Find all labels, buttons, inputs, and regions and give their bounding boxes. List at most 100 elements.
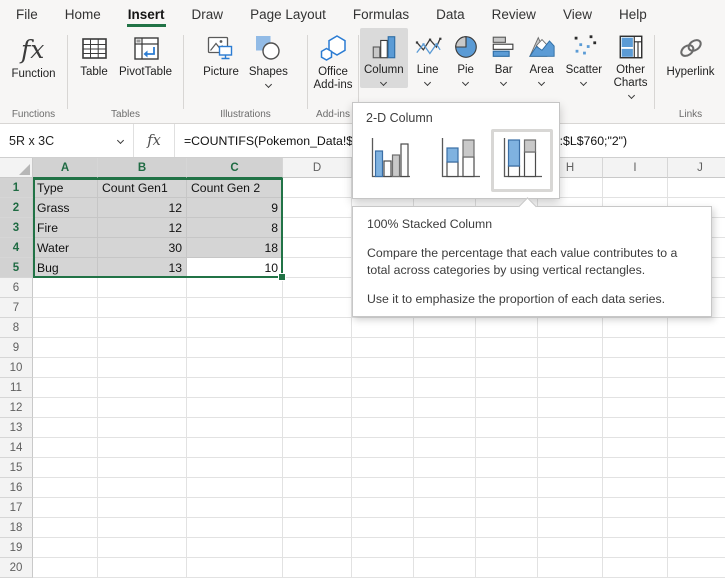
cell-G19[interactable] xyxy=(476,538,538,558)
cell-D6[interactable] xyxy=(283,278,352,298)
cell-G14[interactable] xyxy=(476,438,538,458)
menu-item-view[interactable]: View xyxy=(563,0,592,28)
insert-function-button[interactable]: fx xyxy=(134,124,175,157)
menu-item-data[interactable]: Data xyxy=(436,0,465,28)
cell-I20[interactable] xyxy=(603,558,668,578)
row-header-20[interactable]: 20 xyxy=(0,558,33,578)
cell-A16[interactable] xyxy=(33,478,98,498)
cell-B19[interactable] xyxy=(98,538,187,558)
cell-E17[interactable] xyxy=(352,498,414,518)
cell-B13[interactable] xyxy=(98,418,187,438)
cell-C9[interactable] xyxy=(187,338,283,358)
cell-F15[interactable] xyxy=(414,458,476,478)
picture-button[interactable]: Picture xyxy=(199,28,243,81)
cell-D14[interactable] xyxy=(283,438,352,458)
row-header-16[interactable]: 16 xyxy=(0,478,33,498)
cell-D9[interactable] xyxy=(283,338,352,358)
column-header-A[interactable]: A xyxy=(33,158,98,178)
cell-G12[interactable] xyxy=(476,398,538,418)
cell-A10[interactable] xyxy=(33,358,98,378)
cell-J17[interactable] xyxy=(668,498,725,518)
cell-B16[interactable] xyxy=(98,478,187,498)
cell-J10[interactable] xyxy=(668,358,725,378)
cell-I11[interactable] xyxy=(603,378,668,398)
cell-J1[interactable] xyxy=(668,178,725,198)
row-header-12[interactable]: 12 xyxy=(0,398,33,418)
clustered-column-option[interactable] xyxy=(367,135,413,186)
pivottable-button[interactable]: PivotTable xyxy=(115,28,176,81)
cell-H19[interactable] xyxy=(538,538,603,558)
row-header-17[interactable]: 17 xyxy=(0,498,33,518)
row-header-4[interactable]: 4 xyxy=(0,238,33,258)
cell-H20[interactable] xyxy=(538,558,603,578)
cell-D2[interactable] xyxy=(283,198,352,218)
column-header-D[interactable]: D xyxy=(283,158,352,178)
cell-F19[interactable] xyxy=(414,538,476,558)
cell-A11[interactable] xyxy=(33,378,98,398)
cell-A6[interactable] xyxy=(33,278,98,298)
cell-E16[interactable] xyxy=(352,478,414,498)
cell-G18[interactable] xyxy=(476,518,538,538)
menu-item-draw[interactable]: Draw xyxy=(192,0,224,28)
cell-E18[interactable] xyxy=(352,518,414,538)
cell-D20[interactable] xyxy=(283,558,352,578)
cell-D12[interactable] xyxy=(283,398,352,418)
cell-B10[interactable] xyxy=(98,358,187,378)
cell-I10[interactable] xyxy=(603,358,668,378)
table-button[interactable]: Table xyxy=(75,28,113,81)
cell-A1[interactable]: Type xyxy=(33,178,98,198)
cell-B20[interactable] xyxy=(98,558,187,578)
cell-I19[interactable] xyxy=(603,538,668,558)
cell-F12[interactable] xyxy=(414,398,476,418)
cell-I14[interactable] xyxy=(603,438,668,458)
row-header-1[interactable]: 1 xyxy=(0,178,33,198)
cell-H11[interactable] xyxy=(538,378,603,398)
cell-C3[interactable]: 8 xyxy=(187,218,283,238)
cell-B11[interactable] xyxy=(98,378,187,398)
cell-A15[interactable] xyxy=(33,458,98,478)
office-addins-button[interactable]: Office Add-ins xyxy=(307,28,359,94)
menu-item-home[interactable]: Home xyxy=(65,0,101,28)
row-header-3[interactable]: 3 xyxy=(0,218,33,238)
cell-C12[interactable] xyxy=(187,398,283,418)
cell-H9[interactable] xyxy=(538,338,603,358)
cell-J15[interactable] xyxy=(668,458,725,478)
cell-F8[interactable] xyxy=(414,318,476,338)
cell-J16[interactable] xyxy=(668,478,725,498)
stacked-100-column-option[interactable] xyxy=(491,129,553,192)
menu-item-file[interactable]: File xyxy=(16,0,38,28)
cell-B6[interactable] xyxy=(98,278,187,298)
pie-chart-button[interactable]: Pie xyxy=(448,28,484,88)
stacked-column-option[interactable] xyxy=(437,135,483,186)
cell-G17[interactable] xyxy=(476,498,538,518)
cell-B15[interactable] xyxy=(98,458,187,478)
column-header-J[interactable]: J xyxy=(668,158,725,178)
cell-I18[interactable] xyxy=(603,518,668,538)
cell-I9[interactable] xyxy=(603,338,668,358)
cell-B17[interactable] xyxy=(98,498,187,518)
cell-E12[interactable] xyxy=(352,398,414,418)
cell-E11[interactable] xyxy=(352,378,414,398)
cell-G16[interactable] xyxy=(476,478,538,498)
cell-I8[interactable] xyxy=(603,318,668,338)
cell-C8[interactable] xyxy=(187,318,283,338)
cell-H10[interactable] xyxy=(538,358,603,378)
cell-C19[interactable] xyxy=(187,538,283,558)
cell-F20[interactable] xyxy=(414,558,476,578)
cell-C6[interactable] xyxy=(187,278,283,298)
cell-J12[interactable] xyxy=(668,398,725,418)
column-header-B[interactable]: B xyxy=(98,158,187,178)
cell-B12[interactable] xyxy=(98,398,187,418)
cell-C11[interactable] xyxy=(187,378,283,398)
cell-J13[interactable] xyxy=(668,418,725,438)
cell-G20[interactable] xyxy=(476,558,538,578)
cell-B9[interactable] xyxy=(98,338,187,358)
cell-I17[interactable] xyxy=(603,498,668,518)
cell-D15[interactable] xyxy=(283,458,352,478)
row-header-8[interactable]: 8 xyxy=(0,318,33,338)
cell-C16[interactable] xyxy=(187,478,283,498)
cell-E15[interactable] xyxy=(352,458,414,478)
cell-I15[interactable] xyxy=(603,458,668,478)
row-header-19[interactable]: 19 xyxy=(0,538,33,558)
scatter-chart-button[interactable]: Scatter xyxy=(562,28,606,88)
